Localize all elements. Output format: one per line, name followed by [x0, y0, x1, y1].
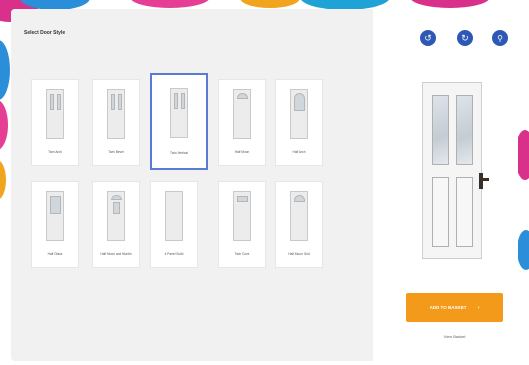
door-style-card[interactable]: Half Glass	[31, 181, 79, 268]
door-style-card[interactable]: 4 Panel Solid	[150, 181, 198, 268]
door-style-card[interactable]: Twin Arch	[31, 79, 79, 166]
paint-splash-decoration	[410, 0, 490, 8]
door-style-label: Twin Arch	[48, 150, 62, 154]
configurator-window: Select Door Style Twin Arch Twin Bevel T…	[11, 9, 518, 361]
door-style-card[interactable]: Twin Bevel	[92, 79, 140, 166]
door-thumbnail	[165, 191, 183, 241]
door-style-card[interactable]: Twin Cove	[218, 181, 266, 268]
door-style-label: Half Moon and Muntin	[100, 252, 132, 256]
door-style-label: Half Moon	[234, 150, 250, 154]
zoom-button[interactable]: ⚲	[492, 30, 508, 46]
door-thumbnail	[46, 89, 64, 139]
door-thumbnail	[290, 89, 308, 139]
door-style-label: Half Glass	[47, 252, 63, 256]
door-style-panel: Select Door Style Twin Arch Twin Bevel T…	[11, 9, 373, 361]
rotate-right-icon: ↻	[461, 33, 469, 43]
door-style-label: Twin Vertical	[170, 151, 188, 155]
door-style-card[interactable]: Half Moon and Muntin	[92, 181, 140, 268]
door-handle	[479, 173, 483, 189]
door-style-card[interactable]: Half Moon	[218, 79, 266, 166]
door-thumbnail	[170, 88, 188, 138]
door-style-card[interactable]: Half Arch	[275, 79, 323, 166]
door-style-card[interactable]: Half Moon Grid	[275, 181, 323, 268]
door-thumbnail	[107, 89, 125, 139]
paint-splash-decoration	[0, 40, 10, 100]
door-style-label: 4 Panel Solid	[164, 252, 184, 256]
view-basket-link[interactable]: View Basket	[406, 334, 503, 339]
door-style-card-selected[interactable]: Twin Vertical	[150, 73, 208, 170]
door-style-label: Half Arch	[292, 150, 306, 154]
door-style-label: Half Moon Grid	[288, 252, 310, 256]
door-preview-panel: ↺ ↻ ⚲ ADD TO BASKET › View Basket	[373, 9, 518, 361]
rotate-left-button[interactable]: ↺	[420, 30, 436, 46]
door-thumbnail	[233, 89, 251, 139]
door-thumbnail	[233, 191, 251, 241]
add-to-basket-label: ADD TO BASKET	[429, 305, 467, 310]
rotate-right-button[interactable]: ↻	[457, 30, 473, 46]
zoom-icon: ⚲	[497, 34, 503, 43]
paint-splash-decoration	[517, 230, 529, 270]
door-preview-image	[422, 82, 489, 259]
door-thumbnail	[46, 191, 64, 241]
paint-splash-decoration	[0, 100, 8, 150]
paint-splash-decoration	[240, 0, 300, 8]
rotate-left-icon: ↺	[424, 33, 432, 43]
door-style-label: Twin Cove	[234, 252, 250, 256]
add-to-basket-button[interactable]: ADD TO BASKET ›	[406, 293, 503, 322]
door-style-label: Twin Bevel	[108, 150, 124, 154]
paint-splash-decoration	[0, 160, 6, 200]
panel-title: Select Door Style	[24, 30, 66, 36]
door-thumbnail	[290, 191, 308, 241]
paint-splash-decoration	[130, 0, 210, 8]
door-thumbnail	[107, 191, 125, 241]
chevron-right-icon: ›	[477, 305, 480, 311]
